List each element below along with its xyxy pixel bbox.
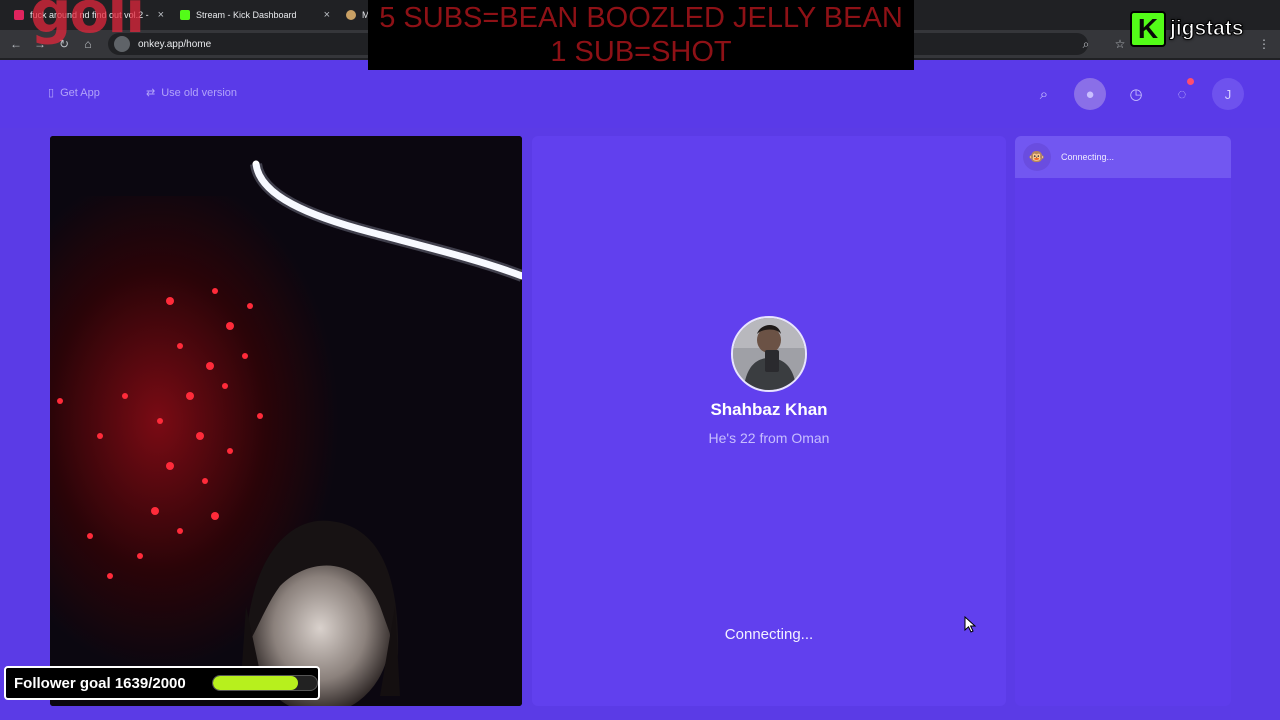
match-avatar-image bbox=[733, 318, 805, 390]
close-icon[interactable]: × bbox=[324, 9, 330, 21]
tab-kick-dashboard[interactable]: Stream - Kick Dashboard × bbox=[172, 4, 338, 26]
search-icon[interactable]: ⌕ bbox=[1028, 78, 1060, 110]
old-version-link[interactable]: ⇄ Use old version bbox=[146, 86, 238, 100]
kick-icon bbox=[180, 10, 190, 20]
brand-text: jigstats bbox=[1170, 17, 1245, 41]
get-app-label: Get App bbox=[60, 86, 100, 99]
zoom-icon[interactable]: ⌕ bbox=[1074, 37, 1098, 52]
follower-goal-fill bbox=[213, 676, 299, 690]
site-logo: goli bbox=[30, 0, 145, 46]
monkey-icon bbox=[346, 10, 356, 20]
close-icon[interactable]: × bbox=[158, 9, 164, 21]
page: ▯ Get App ⇄ Use old version ⌕ ● ◷ ◌ J Sh… bbox=[0, 60, 1280, 720]
url-text: onkey.app/home bbox=[138, 38, 212, 50]
chat-status-row: 🐵 Connecting... bbox=[1015, 136, 1231, 178]
kick-logo-icon: K bbox=[1130, 11, 1166, 47]
brand-logo: K jigstats bbox=[1130, 10, 1272, 48]
follower-goal-label: Follower goal 1639/2000 bbox=[14, 674, 186, 692]
user-avatar[interactable]: J bbox=[1212, 78, 1244, 110]
music-icon bbox=[14, 10, 24, 20]
site-header: ▯ Get App ⇄ Use old version ⌕ ● ◷ ◌ J bbox=[0, 60, 1280, 128]
history-icon[interactable]: ◷ bbox=[1120, 78, 1152, 110]
follower-goal-bar bbox=[212, 675, 318, 691]
bookmark-star-icon[interactable]: ☆ bbox=[1108, 37, 1132, 51]
follower-goal: Follower goal 1639/2000 bbox=[4, 666, 320, 700]
old-version-label: Use old version bbox=[161, 86, 238, 99]
camera-image bbox=[50, 136, 522, 706]
banner-line-1: 5 SUBS=BEAN BOOZLED JELLY BEAN bbox=[379, 2, 903, 34]
chat-panel: 🐵 Connecting... bbox=[1015, 136, 1231, 706]
monkey-icon: 🐵 bbox=[1023, 143, 1051, 171]
connecting-status: Connecting... bbox=[724, 626, 814, 643]
match-avatar bbox=[731, 316, 807, 392]
chat-status-text: Connecting... bbox=[1061, 152, 1115, 162]
notification-badge bbox=[1187, 78, 1194, 85]
local-camera-feed bbox=[50, 136, 522, 706]
get-app-link[interactable]: ▯ Get App bbox=[48, 86, 100, 100]
back-icon[interactable]: ← bbox=[4, 37, 28, 51]
stream-banner: 5 SUBS=BEAN BOOZLED JELLY BEAN 1 SUB=SHO… bbox=[368, 0, 914, 70]
banner-line-2: 1 SUB=SHOT bbox=[550, 36, 732, 68]
coin-icon[interactable]: ● bbox=[1074, 78, 1106, 110]
header-icons: ⌕ ● ◷ ◌ J bbox=[1028, 78, 1244, 110]
match-info: He's 22 from Oman bbox=[708, 430, 830, 446]
avatar-initial: J bbox=[1224, 86, 1232, 102]
match-profile-panel: Shahbaz Khan He's 22 from Oman Connectin… bbox=[532, 136, 1006, 706]
match-name: Shahbaz Khan bbox=[710, 400, 828, 419]
phone-icon: ▯ bbox=[48, 87, 55, 99]
chat-icon[interactable]: ◌ bbox=[1166, 78, 1198, 110]
swap-icon: ⇄ bbox=[146, 87, 156, 99]
mouse-cursor-icon bbox=[964, 616, 977, 633]
tab-label: Stream - Kick Dashboard bbox=[196, 10, 297, 20]
